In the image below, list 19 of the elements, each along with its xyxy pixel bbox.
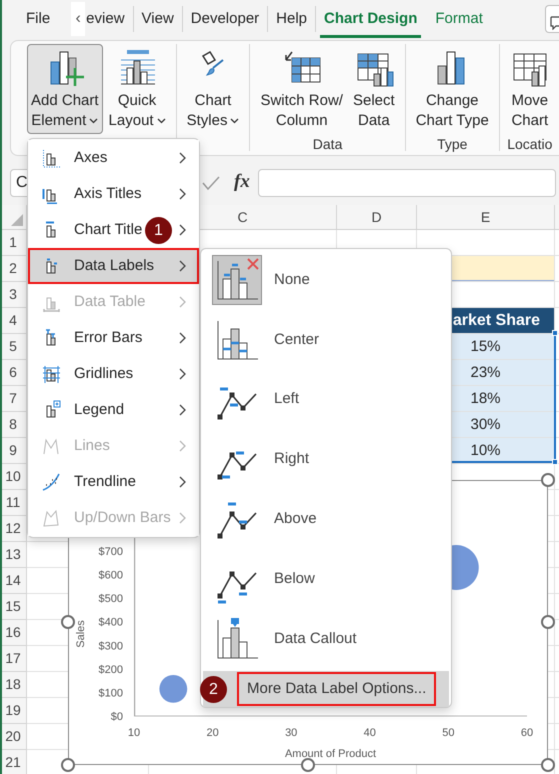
axis-title: Amount of Product <box>284 748 376 760</box>
tick-label: $700 <box>98 546 123 558</box>
group-label: Locatio <box>506 135 554 154</box>
group-label: Type <box>436 135 468 154</box>
axis-title: Sales <box>75 620 87 648</box>
tick-label: 60 <box>520 727 534 739</box>
group-label: Data <box>312 135 344 154</box>
tick-label: $500 <box>98 593 123 606</box>
tick-label: 30 <box>285 727 298 739</box>
tick-label: $400 <box>98 616 123 629</box>
tick-label: $100 <box>98 687 123 700</box>
tick-label: 20 <box>206 727 219 739</box>
tick-label: 40 <box>364 727 376 739</box>
tick-label: $0 <box>110 711 123 723</box>
tick-label: $300 <box>98 640 123 652</box>
tick-label: $200 <box>98 664 123 676</box>
tick-label: 10 <box>128 727 140 739</box>
tick-label: $600 <box>98 570 123 582</box>
tick-label: 50 <box>442 727 455 739</box>
